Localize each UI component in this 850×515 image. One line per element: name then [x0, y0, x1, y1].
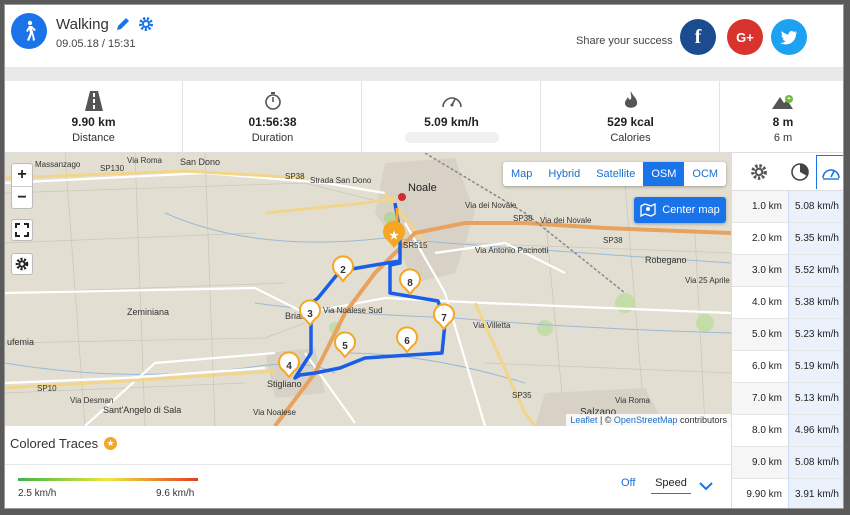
split-row: 7.0 km 5.13 km/h: [732, 383, 843, 415]
star-badge-icon: ★: [104, 437, 117, 450]
layer-hybrid-button[interactable]: Hybrid: [540, 162, 588, 186]
speedometer-icon: [441, 97, 462, 108]
stat-label: Distance: [72, 132, 115, 144]
svg-text:7: 7: [441, 313, 447, 324]
svg-text:★: ★: [389, 230, 399, 242]
split-row: 9.0 km 5.08 km/h: [732, 447, 843, 479]
stat-label-redacted: [363, 132, 540, 146]
activity-page: Walking 09.05.18 / 15:31 Share your succ…: [4, 4, 844, 509]
stat-label: Calories: [610, 132, 651, 144]
center-map-label: Center map: [662, 204, 720, 216]
walking-icon: [11, 13, 47, 49]
twitter-share-button[interactable]: [771, 19, 807, 55]
map-settings-button[interactable]: [11, 253, 33, 275]
stat-value: 8 m: [772, 115, 794, 129]
osm-link[interactable]: OpenStreetMap: [614, 415, 678, 425]
pace-tab-icon[interactable]: [790, 162, 810, 182]
split-row: 4.0 km 5.38 km/h: [732, 287, 843, 319]
split-row: 2.0 km 5.35 km/h: [732, 223, 843, 255]
route-map[interactable]: Massanzago SP130 Via Roma San Dono SP38 …: [5, 153, 731, 426]
chevron-down-icon[interactable]: [699, 478, 713, 496]
gear-icon[interactable]: [750, 163, 768, 186]
layer-satellite-button[interactable]: Satellite: [588, 162, 643, 186]
googleplus-share-button[interactable]: G+: [727, 19, 763, 55]
traces-speed-select[interactable]: Speed: [651, 477, 691, 494]
stat-value: 9.90 km: [71, 115, 116, 129]
km-marker-8[interactable]: 8: [399, 268, 421, 296]
zoom-out-button[interactable]: −: [12, 186, 32, 208]
split-row: 3.0 km 5.52 km/h: [732, 255, 843, 287]
split-row: 9.90 km 3.91 km/h: [732, 479, 843, 508]
zoom-in-button[interactable]: +: [12, 164, 32, 186]
leaflet-link[interactable]: Leaflet: [570, 415, 597, 425]
fullscreen-icon: [15, 223, 29, 237]
split-row: 6.0 km 5.19 km/h: [732, 351, 843, 383]
map-icon: [640, 203, 656, 217]
stat-value: 01:56:38: [248, 115, 297, 129]
colored-traces-title: Colored Traces: [10, 436, 99, 451]
stopwatch-icon: [264, 92, 281, 110]
gear-icon[interactable]: [138, 16, 154, 32]
traces-off-button[interactable]: Off: [621, 477, 635, 489]
layer-ocm-button[interactable]: OCM: [684, 162, 726, 186]
stat-distance: 9.90 km Distance: [5, 81, 183, 153]
stat-speed: 5.09 km/h: [363, 81, 541, 153]
road-icon: [84, 91, 103, 111]
header-divider: [5, 67, 843, 81]
stat-duration: 01:56:38 Duration: [184, 81, 362, 153]
svg-text:3: 3: [307, 309, 313, 320]
km-marker-3[interactable]: 3: [299, 299, 321, 327]
finish-marker[interactable]: ★: [383, 220, 405, 248]
svg-text:2: 2: [340, 265, 346, 276]
split-row: 5.0 km 5.23 km/h: [732, 319, 843, 351]
map-layer-switcher: Map Hybrid Satellite OSM OCM: [503, 162, 727, 186]
twitter-bird-icon: [780, 30, 797, 44]
zoom-control: + −: [11, 163, 33, 209]
svg-text:5: 5: [342, 341, 348, 352]
center-map-button[interactable]: Center map: [634, 197, 726, 223]
svg-text:4: 4: [286, 361, 292, 372]
stat-value: 529 kcal: [607, 115, 654, 129]
splits-table: 1.0 km 5.08 km/h 2.0 km 5.35 km/h 3.0 km 5.…: [731, 153, 843, 508]
colored-traces-panel: Colored Traces ★ 2.5 km/h 9.6 km/h Off S…: [5, 426, 731, 508]
share-label: Share your success: [576, 35, 673, 47]
stat-label: 6 m: [773, 132, 793, 144]
activity-datetime: 09.05.18 / 15:31: [56, 38, 136, 50]
stat-value: 5.09 km/h: [424, 115, 479, 129]
km-marker-5[interactable]: 5: [334, 331, 356, 359]
split-row: 1.0 km 5.08 km/h: [732, 191, 843, 223]
gradient-max-label: 9.6 km/h: [156, 488, 195, 499]
divider: [5, 464, 731, 465]
activity-type: Walking: [56, 16, 109, 33]
route-markers: 2 3 4 5 6 7 8 ★: [278, 220, 455, 379]
km-marker-4[interactable]: 4: [278, 351, 300, 379]
km-marker-2[interactable]: 2: [332, 255, 354, 283]
km-marker-7[interactable]: 7: [433, 303, 455, 331]
stat-label: Duration: [251, 132, 294, 144]
flame-icon: [624, 91, 637, 108]
gradient-min-label: 2.5 km/h: [18, 488, 57, 499]
layer-map-button[interactable]: Map: [503, 162, 540, 186]
svg-text:6: 6: [404, 336, 410, 347]
gear-icon: [15, 257, 29, 271]
speed-gradient-legend: [18, 478, 198, 481]
fullscreen-button[interactable]: [11, 219, 33, 241]
split-row: 8.0 km 4.96 km/h: [732, 415, 843, 447]
stat-calories: 529 kcal Calories: [542, 81, 720, 153]
mountain-icon: [772, 95, 793, 109]
activity-header: Walking 09.05.18 / 15:31 Share your succ…: [5, 5, 843, 67]
speed-tab-icon[interactable]: [816, 155, 843, 189]
facebook-share-button[interactable]: f: [680, 19, 716, 55]
svg-text:8: 8: [407, 278, 413, 289]
km-marker-6[interactable]: 6: [396, 326, 418, 354]
splits-header: [732, 153, 843, 191]
stat-elevation: 8 m 6 m: [721, 81, 843, 153]
layer-osm-button[interactable]: OSM: [643, 162, 685, 186]
stats-bar: 9.90 km Distance 01:56:38 Duration 5.09 …: [5, 81, 843, 153]
map-attribution: Leaflet | © OpenStreetMap contributors: [566, 414, 731, 426]
pencil-icon[interactable]: [115, 16, 131, 32]
